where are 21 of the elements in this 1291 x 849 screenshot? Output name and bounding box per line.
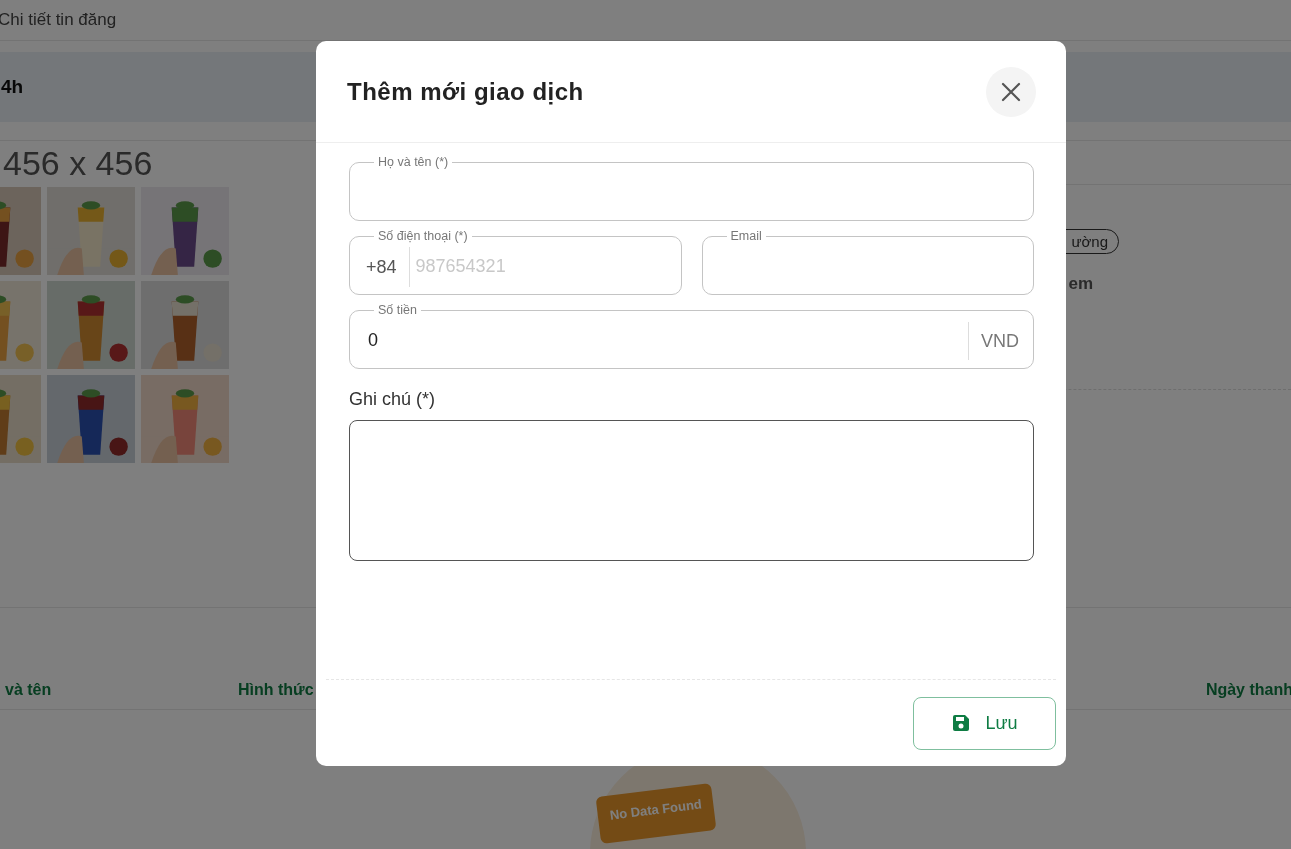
field-label: Số điện thoại (*) <box>378 229 468 243</box>
field-label: Email <box>730 229 762 243</box>
country-code: +84 <box>366 246 410 287</box>
input-field[interactable]: Số tiền 0 VND <box>349 303 1034 369</box>
column-header: và tên <box>5 681 53 699</box>
field-label: Số tiền <box>378 303 417 317</box>
save-button[interactable]: Lưu <box>913 696 1056 750</box>
currency-unit: VND <box>968 321 1019 360</box>
image-size-text: 456 x 456 <box>3 143 154 183</box>
dialog-title: Thêm mới giao dịch <box>347 77 584 106</box>
note-label: Ghi chú (*) <box>349 389 437 410</box>
field-label: Họ và tên (*) <box>378 155 449 169</box>
input-field[interactable]: Email <box>701 229 1034 295</box>
save-icon <box>951 713 972 733</box>
close-button[interactable] <box>986 66 1036 117</box>
input-field[interactable]: Họ và tên (*) <box>349 155 1034 221</box>
close-icon <box>1001 81 1021 102</box>
banner-text: 4h <box>1 76 24 98</box>
amount-input[interactable]: 0 <box>366 329 968 352</box>
view-count-text: em <box>1068 274 1093 294</box>
column-header: Hình thức <box>238 681 315 699</box>
